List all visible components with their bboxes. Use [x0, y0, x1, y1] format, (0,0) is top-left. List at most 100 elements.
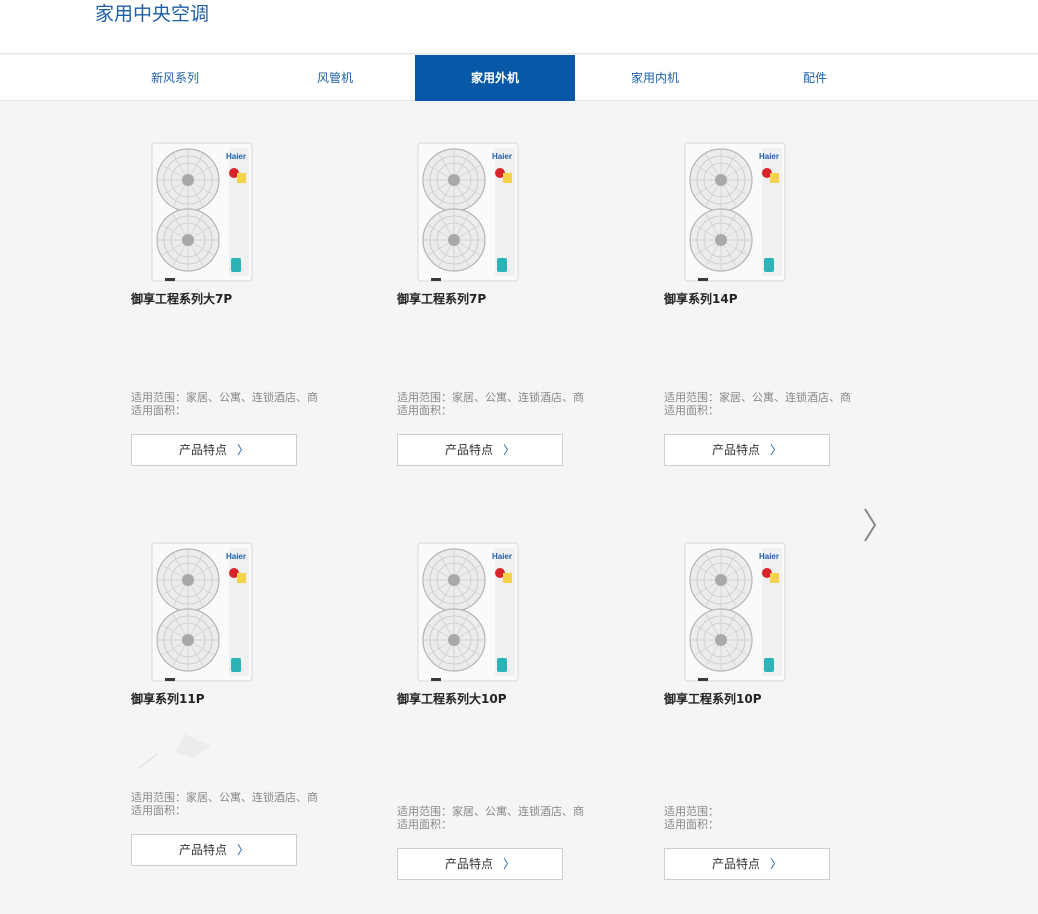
product-card: Haier 御享工程系列7P 适用范围：家居、公寓、连锁酒店、商 适用面积： 产… — [397, 142, 647, 472]
haier-logo: Haier — [759, 152, 779, 161]
mascot-badge-icon — [503, 173, 512, 183]
unit-side-panel — [229, 548, 249, 676]
product-card: Haier 御享系列11P 适用范围：家居、公寓、连锁酒店、商 适用面积： 产品… — [131, 542, 381, 872]
product-area: 适用面积： — [664, 818, 719, 831]
button-label: 产品特点 — [711, 857, 760, 871]
product-features-button[interactable]: 产品特点〉 — [397, 848, 563, 880]
outdoor-unit-illustration: Haier — [151, 542, 253, 682]
product-image[interactable]: Haier — [684, 142, 786, 282]
tab-indoor-unit[interactable]: 家用内机 — [575, 55, 735, 101]
tab-duct-unit[interactable]: 风管机 — [255, 55, 415, 101]
product-scope: 适用范围： — [664, 805, 719, 818]
warranty-badge-icon — [497, 658, 507, 672]
chevron-right-icon: 〉 — [503, 443, 516, 457]
unit-foot — [698, 678, 708, 681]
product-area: 适用面积： — [397, 818, 452, 831]
product-name[interactable]: 御享系列14P — [664, 290, 738, 307]
page-title: 家用中央空调 — [95, 3, 210, 25]
mascot-badge-icon — [770, 173, 779, 183]
haier-logo: Haier — [226, 552, 246, 561]
unit-foot — [431, 278, 441, 281]
product-name[interactable]: 御享工程系列大7P — [131, 290, 232, 307]
mascot-badge-icon — [237, 573, 246, 583]
fan-grille-icon — [156, 208, 220, 272]
tab-accessories[interactable]: 配件 — [735, 55, 895, 101]
outdoor-unit-illustration: Haier — [684, 142, 786, 282]
product-name[interactable]: 御享工程系列7P — [397, 290, 486, 307]
fan-grille-icon — [689, 148, 753, 212]
warranty-badge-icon — [231, 258, 241, 272]
chevron-right-icon: 〉 — [770, 857, 783, 871]
fan-grille-icon — [422, 608, 486, 672]
page-header: 家用中央空调 — [0, 0, 1038, 54]
product-features-button[interactable]: 产品特点〉 — [131, 434, 297, 466]
decorative-mark — [138, 734, 211, 769]
chevron-right-icon: 〉 — [237, 843, 250, 857]
product-area: 适用面积： — [131, 804, 186, 817]
haier-logo: Haier — [759, 552, 779, 561]
unit-side-panel — [495, 148, 515, 276]
product-image[interactable]: Haier — [417, 542, 519, 682]
product-card: Haier 御享系列14P 适用范围：家居、公寓、连锁酒店、商 适用面积： 产品… — [664, 142, 914, 472]
unit-foot — [698, 278, 708, 281]
product-image[interactable]: Haier — [151, 142, 253, 282]
product-features-button[interactable]: 产品特点〉 — [397, 434, 563, 466]
outdoor-unit-illustration: Haier — [417, 542, 519, 682]
fan-grille-icon — [689, 608, 753, 672]
product-scope: 适用范围：家居、公寓、连锁酒店、商 — [131, 791, 318, 804]
button-label: 产品特点 — [444, 857, 493, 871]
next-page-arrow-icon[interactable] — [858, 505, 882, 545]
product-features-button[interactable]: 产品特点〉 — [664, 848, 830, 880]
fan-grille-icon — [422, 208, 486, 272]
button-label: 产品特点 — [444, 443, 493, 457]
product-name[interactable]: 御享工程系列大10P — [397, 690, 507, 707]
product-scope: 适用范围：家居、公寓、连锁酒店、商 — [131, 391, 318, 404]
fan-grille-icon — [422, 548, 486, 612]
unit-side-panel — [495, 548, 515, 676]
product-card: Haier 御享工程系列10P 适用范围： 适用面积： 产品特点〉 — [664, 542, 914, 887]
unit-foot — [165, 678, 175, 681]
product-image[interactable]: Haier — [151, 542, 253, 682]
fan-grille-icon — [689, 208, 753, 272]
mascot-badge-icon — [770, 573, 779, 583]
product-image[interactable]: Haier — [684, 542, 786, 682]
fan-grille-icon — [422, 148, 486, 212]
product-scope: 适用范围：家居、公寓、连锁酒店、商 — [397, 391, 584, 404]
outdoor-unit-illustration: Haier — [151, 142, 253, 282]
unit-side-panel — [229, 148, 249, 276]
product-features-button[interactable]: 产品特点〉 — [131, 834, 297, 866]
unit-side-panel — [762, 548, 782, 676]
unit-foot — [165, 278, 175, 281]
mascot-badge-icon — [237, 173, 246, 183]
unit-side-panel — [762, 148, 782, 276]
product-area: 适用面积： — [397, 404, 452, 417]
warranty-badge-icon — [764, 658, 774, 672]
chevron-right-icon: 〉 — [237, 443, 250, 457]
product-card: Haier 御享工程系列大10P 适用范围：家居、公寓、连锁酒店、商 适用面积：… — [397, 542, 647, 887]
product-name[interactable]: 御享系列11P — [131, 690, 205, 707]
haier-logo: Haier — [226, 152, 246, 161]
product-card: Haier 御享工程系列大7P 适用范围：家居、公寓、连锁酒店、商 适用面积： … — [131, 142, 381, 472]
product-image[interactable]: Haier — [417, 142, 519, 282]
tab-outdoor-unit[interactable]: 家用外机 — [415, 55, 575, 101]
product-features-button[interactable]: 产品特点〉 — [664, 434, 830, 466]
button-label: 产品特点 — [178, 443, 227, 457]
button-label: 产品特点 — [711, 443, 760, 457]
haier-logo: Haier — [492, 552, 512, 561]
product-scope: 适用范围：家居、公寓、连锁酒店、商 — [664, 391, 851, 404]
warranty-badge-icon — [231, 658, 241, 672]
unit-foot — [431, 678, 441, 681]
product-area: 适用面积： — [131, 404, 186, 417]
category-tabbar: 新风系列 风管机 家用外机 家用内机 配件 — [0, 55, 1038, 101]
haier-logo: Haier — [492, 152, 512, 161]
fan-grille-icon — [156, 548, 220, 612]
product-name[interactable]: 御享工程系列10P — [664, 690, 762, 707]
outdoor-unit-illustration: Haier — [684, 542, 786, 682]
chevron-right-icon: 〉 — [503, 857, 516, 871]
warranty-badge-icon — [497, 258, 507, 272]
tab-fresh-air[interactable]: 新风系列 — [95, 55, 255, 101]
outdoor-unit-illustration: Haier — [417, 142, 519, 282]
fan-grille-icon — [689, 548, 753, 612]
fan-grille-icon — [156, 148, 220, 212]
product-area: 适用面积： — [664, 404, 719, 417]
